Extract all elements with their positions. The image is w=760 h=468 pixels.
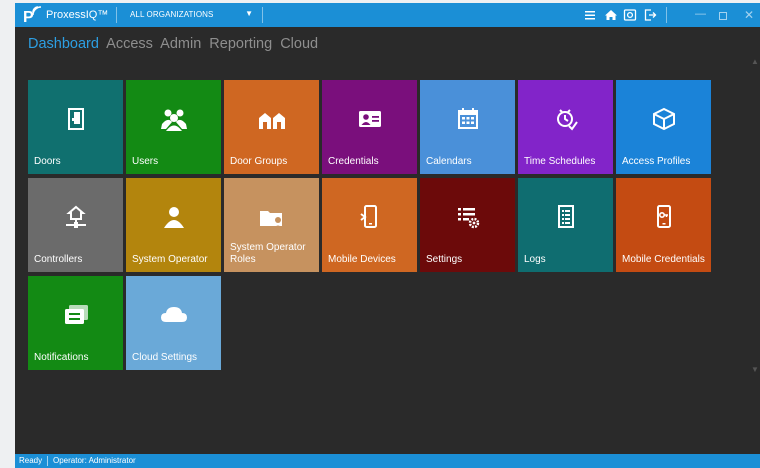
tile-label: Mobile Devices [328,254,396,265]
maximize-icon[interactable] [719,12,727,20]
notifications-icon [64,305,88,324]
app-window: P ProxessIQ™ ALL ORGANIZATIONS ▼ — ✕ Das… [15,3,760,468]
tile-mobile-devices[interactable]: Mobile Devices [322,178,417,272]
organization-select-value: ALL ORGANIZATIONS [130,10,214,19]
clock-icon [556,109,578,131]
tile-settings[interactable]: Settings [420,178,515,272]
main-nav: Dashboard Access Admin Reporting Cloud [28,36,322,52]
tile-label: Mobile Credentials [622,254,705,265]
logout-icon[interactable] [642,7,658,23]
close-icon[interactable]: ✕ [744,8,754,22]
door-groups-icon [258,113,285,129]
tile-controllers[interactable]: Controllers [28,178,123,272]
app-logo: P [23,6,42,25]
door-icon [67,108,84,130]
minimize-icon[interactable]: — [695,8,706,20]
tile-label: Settings [426,254,463,265]
tile-access-profiles[interactable]: Access Profiles [616,80,711,174]
status-separator [47,456,48,466]
tile-notifications[interactable]: Notifications [28,276,123,370]
tile-label: System Operator Roles [230,242,306,265]
calendar-icon [457,108,478,129]
tile-doors[interactable]: Doors [28,80,123,174]
id-card-icon [358,111,381,127]
title-separator [116,7,117,23]
tile-label: Doors [34,156,61,167]
tile-label: Credentials [328,156,379,167]
tile-label: Logs [524,254,546,265]
nav-access[interactable]: Access [106,36,153,52]
operator-roles-icon [259,211,283,229]
tile-credentials[interactable]: Credentials [322,80,417,174]
scroll-up-icon[interactable]: ▲ [751,57,759,66]
cloud-icon [160,307,187,322]
logs-icon [557,205,574,228]
users-icon [160,109,187,131]
nav-dashboard[interactable]: Dashboard [28,36,99,52]
tile-label: Calendars [426,156,472,167]
tile-label: Door Groups [230,156,288,167]
chevron-down-icon: ▼ [245,9,253,18]
mobile-icon [359,205,377,228]
nav-cloud[interactable]: Cloud [280,36,318,52]
operator-text: Operator: Administrator [53,456,136,465]
organization-select[interactable]: ALL ORGANIZATIONS ▼ [125,6,261,24]
cube-icon [652,107,675,131]
scroll-down-icon[interactable]: ▼ [751,365,759,374]
tile-label: Controllers [34,254,83,265]
tile-label: Time Schedules [524,156,596,167]
nav-reporting[interactable]: Reporting [209,36,272,52]
home-icon[interactable] [603,7,619,23]
app-title: ProxessIQ™ [46,9,109,21]
menu-icon[interactable] [582,7,598,23]
tile-label: Notifications [34,352,89,363]
tile-logs[interactable]: Logs [518,178,613,272]
tile-time-schedules[interactable]: Time Schedules [518,80,613,174]
tile-system-operator[interactable]: System Operator [126,178,221,272]
tile-cloud-settings[interactable]: Cloud Settings [126,276,221,370]
camera-icon[interactable] [622,7,638,23]
tile-calendars[interactable]: Calendars [420,80,515,174]
tile-mobile-credentials[interactable]: Mobile Credentials [616,178,711,272]
title-separator [262,7,263,23]
tile-system-operator-roles[interactable]: System Operator Roles [224,178,319,272]
tile-door-groups[interactable]: Door Groups [224,80,319,174]
vertical-scrollbar[interactable]: ▲ ▼ [748,47,760,453]
tile-users[interactable]: Users [126,80,221,174]
nav-admin[interactable]: Admin [160,36,201,52]
status-text: Ready [19,456,43,465]
tile-label: Access Profiles [622,156,691,167]
tile-label: Users [132,156,159,167]
settings-icon [457,208,479,229]
status-bar: Ready Operator: Administrator [15,454,760,468]
title-bar: P ProxessIQ™ ALL ORGANIZATIONS ▼ — ✕ [15,3,760,27]
controller-icon [65,205,86,228]
mobile-key-icon [656,205,671,228]
title-separator [666,7,667,23]
person-icon [163,207,184,228]
tile-label: Cloud Settings [132,352,198,363]
tile-label: System Operator [132,254,208,265]
